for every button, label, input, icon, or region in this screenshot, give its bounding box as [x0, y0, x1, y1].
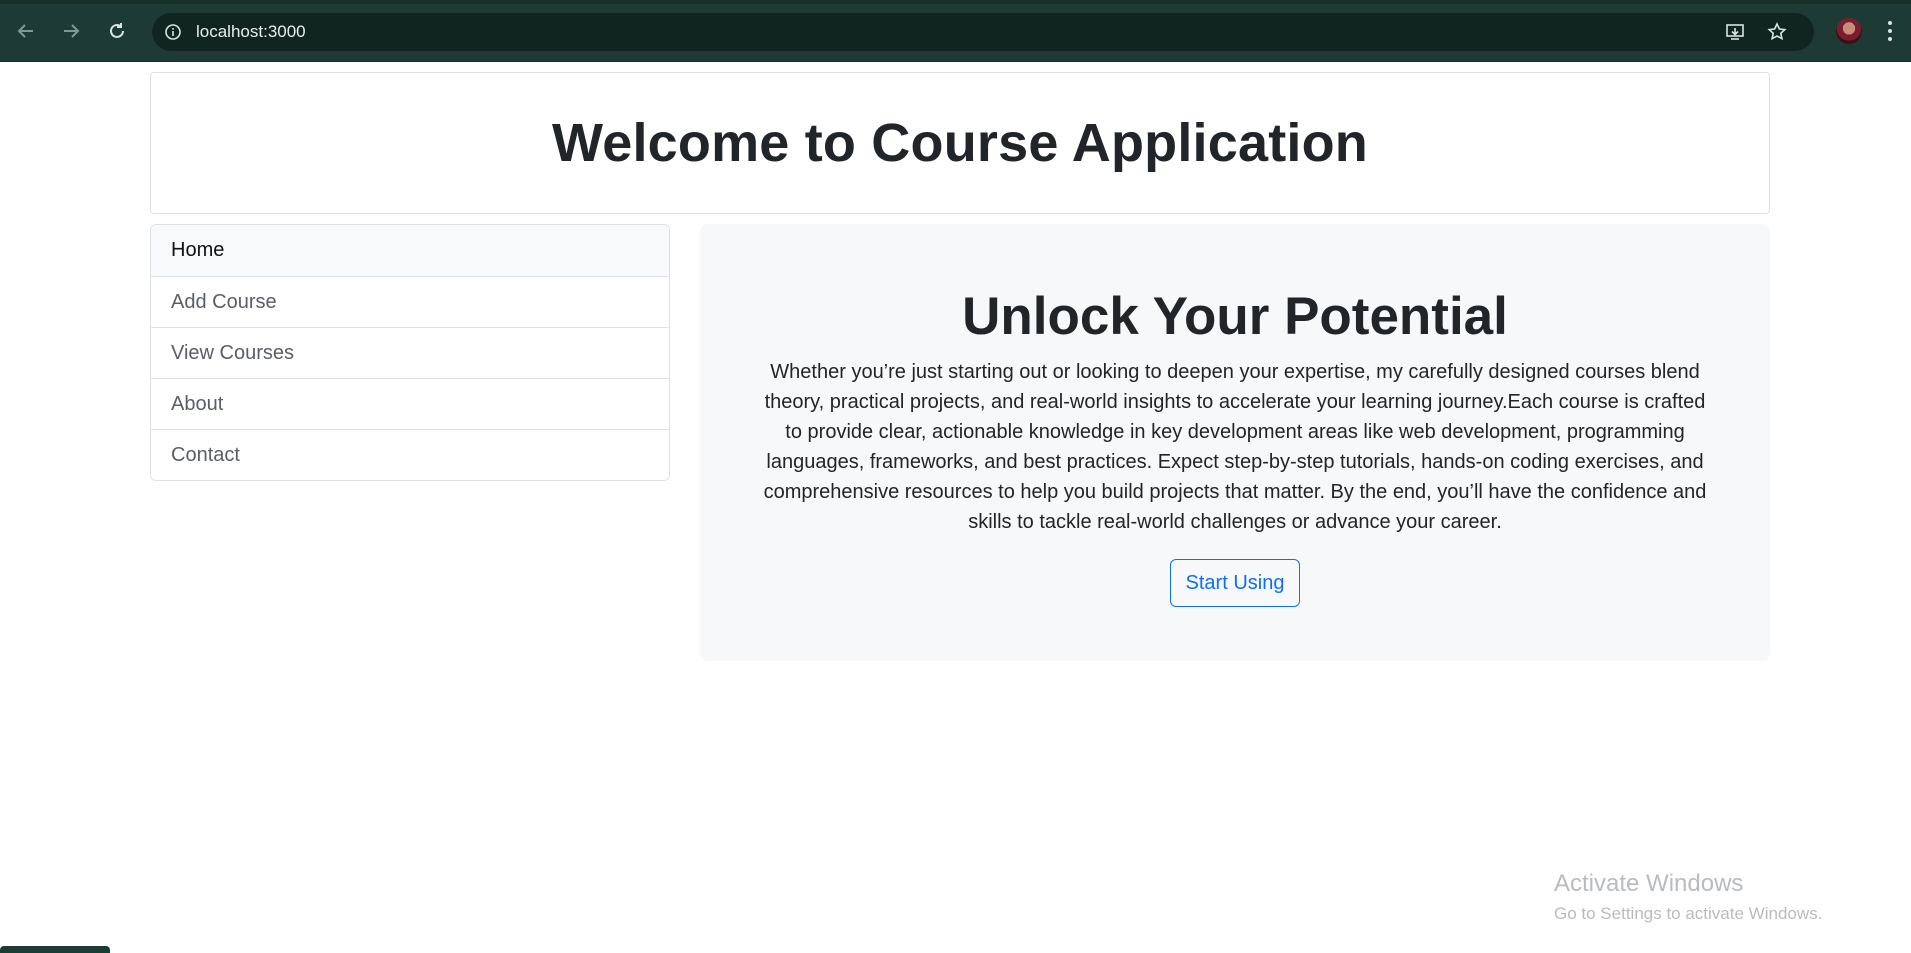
install-app-icon[interactable] — [1724, 21, 1746, 43]
sidebar-nav: Home Add Course View Courses About Conta… — [150, 224, 670, 481]
tab-strip — [0, 0, 1911, 4]
activate-windows-watermark: Activate Windows Go to Settings to activ… — [1554, 870, 1822, 924]
address-bar[interactable]: localhost:3000 — [152, 13, 1814, 51]
watermark-title: Activate Windows — [1554, 870, 1744, 897]
page-header: Welcome to Course Application — [150, 72, 1770, 214]
sidebar-item-home[interactable]: Home — [151, 225, 669, 276]
start-using-button[interactable]: Start Using — [1169, 559, 1301, 607]
info-icon[interactable] — [162, 21, 184, 43]
taskbar-fragment — [0, 946, 110, 953]
watermark-subtitle: Go to Settings to activate Windows. — [1554, 904, 1823, 923]
sidebar-item-contact[interactable]: Contact — [151, 429, 669, 480]
star-icon[interactable] — [1766, 21, 1788, 43]
browser-toolbar: localhost:3000 — [0, 0, 1911, 62]
sidebar-item-about[interactable]: About — [151, 378, 669, 429]
page-title: Welcome to Course Application — [552, 113, 1368, 173]
url-text[interactable]: localhost:3000 — [196, 22, 306, 42]
reload-icon[interactable] — [103, 17, 131, 45]
sidebar-item-view-courses[interactable]: View Courses — [151, 327, 669, 378]
arrow-right-icon[interactable] — [57, 17, 85, 45]
sidebar-item-add-course[interactable]: Add Course — [151, 276, 669, 327]
hero-title: Unlock Your Potential — [962, 287, 1508, 346]
more-vertical-icon[interactable] — [1880, 18, 1900, 44]
hero-section: Unlock Your Potential Whether you’re jus… — [700, 224, 1770, 661]
avatar[interactable] — [1836, 18, 1862, 44]
arrow-left-icon[interactable] — [12, 17, 40, 45]
hero-description: Whether you’re just starting out or look… — [763, 361, 1707, 533]
